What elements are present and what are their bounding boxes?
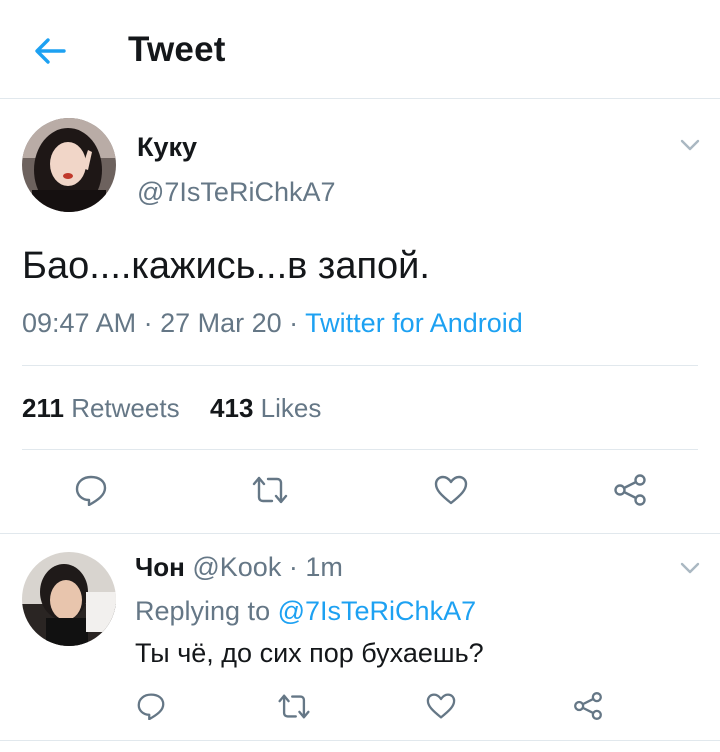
avatar[interactable] — [22, 552, 116, 646]
avatar[interactable] — [22, 118, 116, 212]
back-arrow-icon[interactable] — [30, 34, 70, 68]
retweet-icon[interactable] — [248, 472, 292, 508]
reply-author-handle[interactable]: @Kook — [192, 552, 281, 582]
reply-text: Ты чё, до сих пор бухаешь? — [135, 638, 484, 668]
chevron-down-icon[interactable] — [678, 556, 702, 580]
reply-age: 1m — [305, 552, 343, 582]
chevron-down-icon[interactable] — [678, 133, 702, 157]
reply-icon[interactable] — [134, 690, 168, 722]
divider — [22, 449, 698, 450]
reply-header: Чон @Kook · 1m — [135, 552, 343, 583]
replying-to-mention[interactable]: @7IsTeRiChkA7 — [278, 596, 476, 626]
retweets-stat[interactable]: 211 Retweets — [22, 393, 180, 423]
tweet-stats: 211 Retweets 413 Likes — [22, 393, 321, 424]
tweet-text: Бао....кажись...в запой. — [22, 245, 430, 287]
tweet-author-handle[interactable]: @7IsTeRiChkA7 — [137, 177, 335, 208]
divider — [0, 740, 720, 741]
like-icon[interactable] — [432, 472, 470, 508]
divider — [0, 533, 720, 534]
meta-separator: · — [281, 552, 306, 582]
likes-stat[interactable]: 413 Likes — [210, 393, 321, 423]
meta-separator: · — [281, 308, 306, 338]
tweet-source-link[interactable]: Twitter for Android — [305, 308, 523, 338]
reply-icon[interactable] — [72, 472, 110, 508]
retweet-icon[interactable] — [274, 690, 314, 722]
like-icon[interactable] — [424, 690, 458, 722]
top-bar: Tweet — [0, 0, 720, 99]
tweet-time: 09:47 AM — [22, 308, 137, 338]
share-icon[interactable] — [610, 472, 650, 508]
replying-prefix: Replying to — [135, 596, 271, 626]
meta-separator: · — [136, 308, 161, 338]
replying-to-line: Replying to @7IsTeRiChkA7 — [135, 596, 476, 627]
page-title: Tweet — [128, 30, 226, 69]
tweet-author-name[interactable]: Куку — [137, 132, 197, 163]
share-icon[interactable] — [570, 690, 606, 722]
divider — [22, 365, 698, 366]
reply-author-name[interactable]: Чон — [135, 552, 185, 582]
tweet-date: 27 Mar 20 — [160, 308, 282, 338]
tweet-meta: 09:47 AM · 27 Mar 20 · Twitter for Andro… — [22, 308, 523, 339]
